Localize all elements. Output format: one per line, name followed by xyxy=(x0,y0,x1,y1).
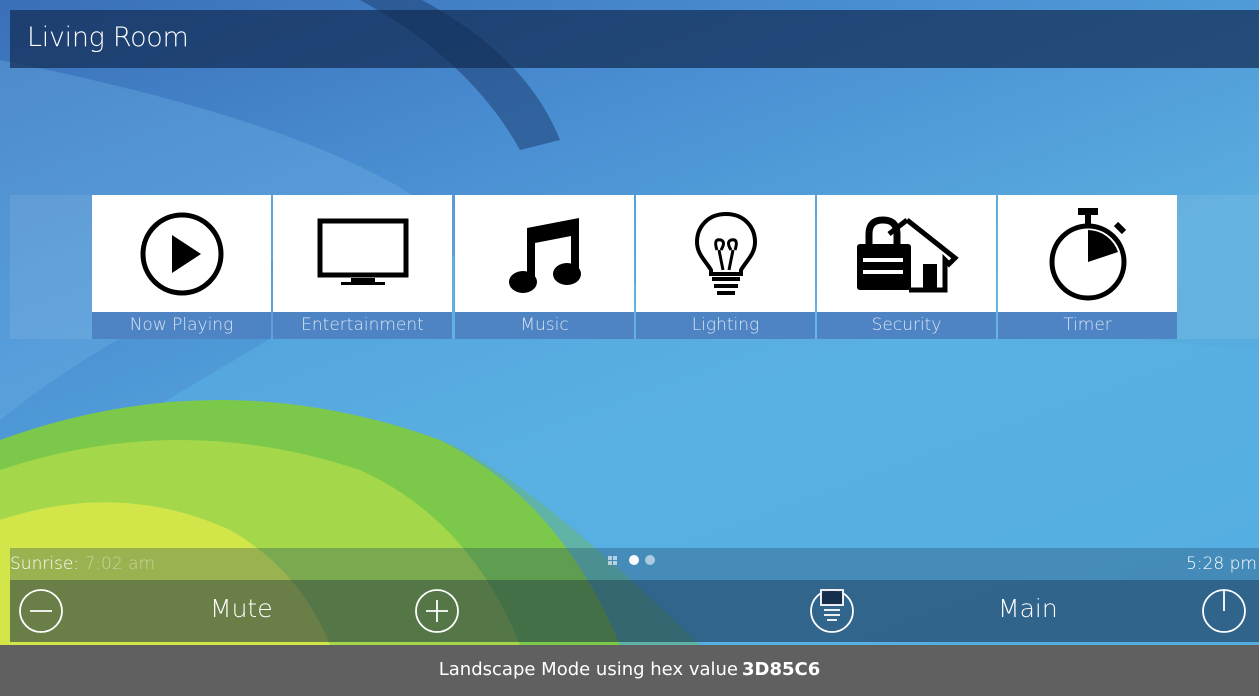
tile-now-playing[interactable]: Now Playing xyxy=(92,195,271,339)
tile-entertainment[interactable]: Entertainment xyxy=(273,195,452,339)
sunrise-label: Sunrise: xyxy=(10,554,80,574)
page-indicator[interactable] xyxy=(608,555,655,565)
caption-bar: Landscape Mode using hex value 3D85C6 xyxy=(0,645,1259,696)
plus-circle-icon[interactable] xyxy=(412,586,462,636)
title-bar: Living Room xyxy=(10,10,1259,68)
sunrise-info: Sunrise: 7:02 am xyxy=(10,554,155,574)
source-menu-icon[interactable] xyxy=(807,586,857,636)
tile-security[interactable]: Security xyxy=(817,195,996,339)
tile-label: Now Playing xyxy=(92,312,271,339)
clock: 5:28 pm xyxy=(1186,554,1257,574)
tile-label: Entertainment xyxy=(273,312,452,339)
caption-text: Landscape Mode using hex value xyxy=(438,659,738,680)
main-zone-label[interactable]: Main xyxy=(998,594,1058,623)
power-icon[interactable] xyxy=(1199,586,1249,636)
mute-button[interactable]: Mute xyxy=(210,594,273,623)
tile-label: Music xyxy=(455,312,634,339)
sunrise-time: 7:02 am xyxy=(84,554,156,574)
page-dot[interactable] xyxy=(645,555,655,565)
stopwatch-icon xyxy=(1049,207,1126,300)
status-bar: Sunrise: 7:02 am 5:28 pm xyxy=(10,548,1259,580)
minus-circle-icon[interactable] xyxy=(16,586,66,636)
tile-label: Timer xyxy=(998,312,1177,339)
grid-page-icon[interactable] xyxy=(608,555,617,565)
light-bulb-icon xyxy=(694,211,757,295)
page-dot-active[interactable] xyxy=(629,555,639,565)
caption-hex: 3D85C6 xyxy=(741,659,821,680)
touch-panel-screen: Living Room Now Playing Entertainment Mu… xyxy=(0,0,1259,696)
home-screen: Living Room Now Playing Entertainment Mu… xyxy=(0,0,1259,645)
music-note-icon xyxy=(508,217,581,293)
tv-icon xyxy=(317,218,408,285)
lock-house-icon xyxy=(856,215,959,292)
tile-timer[interactable]: Timer xyxy=(998,195,1177,339)
tile-music[interactable]: Music xyxy=(455,195,634,339)
control-bar: Mute Main xyxy=(10,580,1259,642)
play-circle-icon xyxy=(140,212,223,295)
tile-label: Security xyxy=(817,312,996,339)
room-title: Living Room xyxy=(27,22,189,53)
tile-label: Lighting xyxy=(636,312,815,339)
tile-lighting[interactable]: Lighting xyxy=(636,195,815,339)
